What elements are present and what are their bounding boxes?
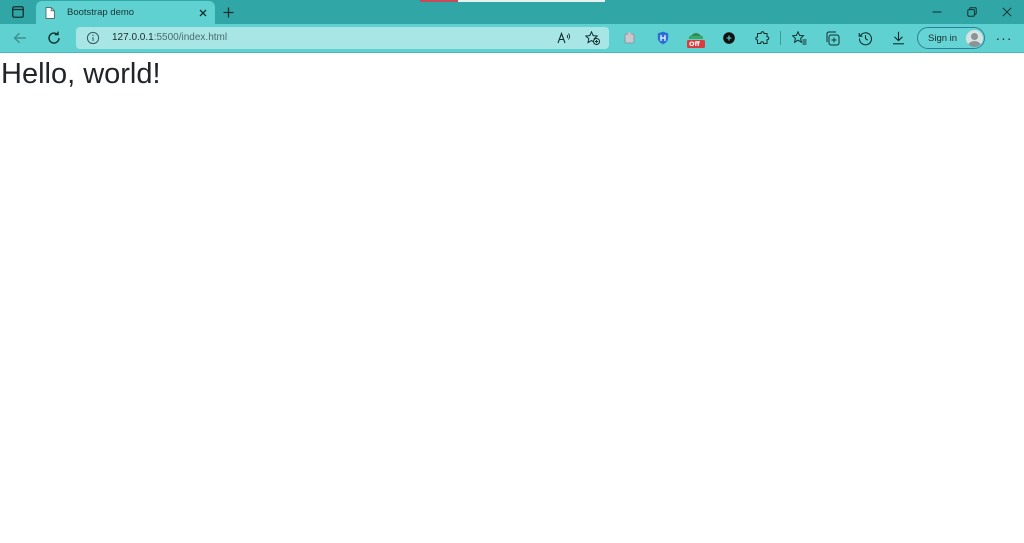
minimize-button[interactable]: [920, 0, 954, 24]
browser-toolbar: 127.0.0.1:5500/index.html Off Sign in ··…: [0, 24, 1024, 53]
back-button[interactable]: [10, 28, 30, 48]
coupon-badge-text: Off: [689, 40, 700, 48]
restore-icon: [967, 7, 977, 17]
window-close-button[interactable]: [990, 0, 1024, 24]
history-icon: [858, 31, 872, 45]
tab-bootstrap-demo[interactable]: Bootstrap demo: [36, 1, 215, 24]
read-aloud-icon: [557, 32, 570, 44]
ext-black-icon: [723, 32, 735, 44]
collections-button[interactable]: [822, 28, 842, 48]
tab-close-button[interactable]: [196, 6, 210, 20]
reload-icon: [48, 31, 60, 44]
reload-button[interactable]: [44, 28, 64, 48]
extension-shield-button[interactable]: [653, 28, 673, 48]
star-add-icon: [584, 31, 600, 45]
toolbar-separator: [780, 31, 781, 45]
favorites-button[interactable]: [789, 28, 809, 48]
tab-actions-button[interactable]: [6, 3, 30, 21]
url-host: 127.0.0.1: [112, 32, 154, 43]
history-button[interactable]: [855, 28, 875, 48]
avatar-icon: [966, 29, 983, 47]
minimize-icon: [932, 11, 942, 13]
url-text[interactable]: 127.0.0.1:5500/index.html: [112, 32, 227, 43]
extension-coupon-button[interactable]: Off: [686, 28, 706, 48]
tab-actions-icon: [12, 6, 24, 18]
plus-icon: [223, 7, 233, 17]
extension-puzzle-button[interactable]: [620, 28, 640, 48]
add-favorite-button[interactable]: [584, 30, 600, 46]
sign-in-label: Sign in: [928, 32, 958, 44]
tab-strip: Bootstrap demo: [0, 0, 1024, 24]
close-icon: [1002, 7, 1012, 17]
restore-button[interactable]: [955, 0, 989, 24]
extensions-button[interactable]: [752, 28, 772, 48]
collections-icon: [826, 31, 839, 45]
downloads-icon: [892, 31, 904, 45]
more-menu-button[interactable]: ···: [994, 28, 1014, 48]
puzzle-ext-icon: [624, 32, 635, 44]
browser-window: Bootstrap demo 127.0.0.1:5500/index.html…: [0, 0, 1024, 543]
url-path: :5500/index.html: [153, 32, 228, 43]
address-bar[interactable]: 127.0.0.1:5500/index.html: [76, 27, 609, 49]
tab-title: Bootstrap demo: [67, 7, 135, 18]
sign-in-button[interactable]: Sign in: [917, 27, 985, 49]
downloads-button[interactable]: [888, 28, 908, 48]
extensions-icon: [754, 30, 769, 44]
page-icon: [45, 6, 57, 20]
favorites-icon: [791, 31, 806, 45]
read-aloud-button[interactable]: [556, 30, 572, 46]
extension-black-button[interactable]: [719, 28, 739, 48]
shield-ext-icon: [657, 31, 669, 45]
close-icon: [199, 9, 207, 16]
back-arrow-icon: [13, 32, 26, 44]
info-icon[interactable]: [86, 31, 100, 45]
page-viewport: Hello, world!: [0, 53, 1024, 543]
tabstrip-accent: [420, 0, 605, 2]
new-tab-button[interactable]: [219, 3, 237, 21]
page-heading: Hello, world!: [1, 58, 161, 90]
